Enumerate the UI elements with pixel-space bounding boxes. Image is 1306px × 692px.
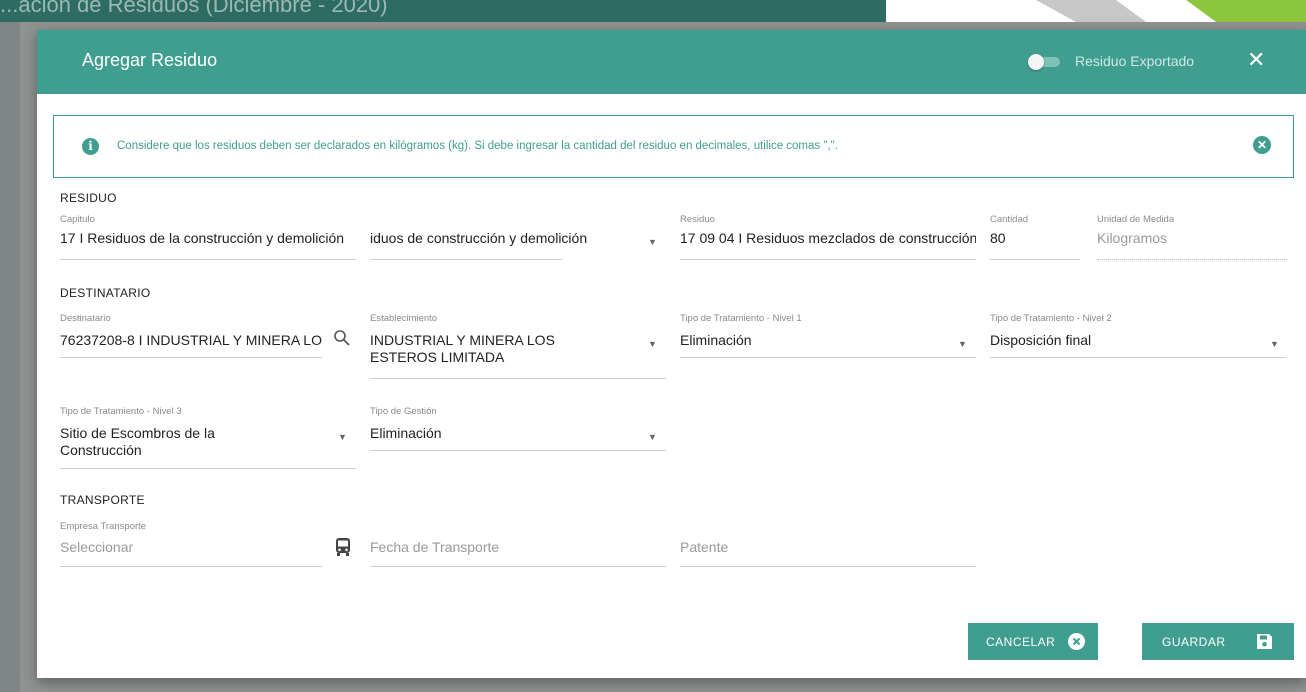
alert-close-icon[interactable]: ✕ [1253,136,1271,154]
tipo-gestion-underline [370,450,666,451]
tratamiento-nivel1-label: Tipo de Tratamiento - Nivel 1 [680,313,802,324]
save-button-label: GUARDAR [1162,635,1226,649]
capitulo-underline [60,259,356,260]
cancel-button-label: CANCELAR [986,635,1056,649]
fecha-transporte-placeholder: Fecha de Transporte [370,539,500,555]
section-transporte: TRANSPORTE [60,493,145,507]
tratamiento-nivel3-value: Sitio de Escombros de la Construcción [60,425,215,458]
tratamiento-nivel1-select[interactable]: Tipo de Tratamiento - Nivel 1 Eliminació… [680,313,976,363]
empresa-transporte-field[interactable]: Empresa Transporte Seleccionar [60,521,356,571]
tratamiento-nivel1-value: Eliminación [680,332,752,348]
subcapitulo-underline [370,259,562,260]
tratamiento-nivel3-label: Tipo de Tratamiento - Nivel 3 [60,406,182,417]
cantidad-input[interactable]: Cantidad 80 [990,214,1080,264]
background-page-title: ...ación de Residuos (Diciembre - 2020) [0,0,388,17]
residuo-underline [680,259,976,260]
residuo-value: 17 09 04 I Residuos mezclados de constru… [680,230,976,246]
close-icon[interactable]: ✕ [1247,47,1265,73]
cantidad-underline [990,259,1080,260]
tratamiento-nivel3-underline [60,468,356,469]
alert-message: Considere que los residuos deben ser dec… [117,140,838,152]
empresa-transporte-label: Empresa Transporte [60,521,147,532]
chevron-down-icon: ▼ [338,432,347,442]
exported-residue-toggle[interactable] [1028,54,1062,70]
residuo-select[interactable]: Residuo 17 09 04 I Residuos mezclados de… [680,214,976,264]
save-button[interactable]: GUARDAR [1142,623,1294,660]
toggle-thumb [1028,54,1044,70]
search-icon[interactable] [333,329,351,352]
unidad-underline [1097,259,1287,260]
tratamiento-nivel3-select[interactable]: Tipo de Tratamiento - Nivel 3 Sitio de E… [60,406,356,470]
capitulo-label: Capitulo [60,214,95,225]
info-alert: i Considere que los residuos deben ser d… [53,115,1294,178]
subcapitulo-select[interactable]: iduos de construcción y demolición ▼ [370,214,665,264]
patente-underline [680,566,976,567]
exported-residue-label: Residuo Exportado [1075,53,1195,69]
destinatario-field[interactable]: Destinatario 76237208-8 I INDUSTRIAL Y M… [60,313,356,363]
add-residue-modal: Agregar Residuo Residuo Exportado ✕ i Co… [37,30,1306,678]
chevron-down-icon: ▼ [648,432,657,442]
destinatario-value: 76237208-8 I INDUSTRIAL Y MINERA LOS EST… [60,332,322,348]
bus-icon[interactable] [334,537,352,562]
modal-header: Agregar Residuo Residuo Exportado ✕ [37,30,1306,94]
floppy-disk-icon [1256,633,1273,650]
tratamiento-nivel2-underline [990,357,1286,358]
fecha-transporte-underline [370,566,666,567]
section-destinatario: DESTINATARIO [60,286,151,300]
establecimiento-underline [370,378,666,379]
background-sidebar [0,22,20,692]
subcapitulo-value: iduos de construcción y demolición [370,230,588,246]
empresa-transporte-placeholder: Seleccionar [60,539,134,555]
residuo-label: Residuo [680,214,715,225]
tratamiento-nivel2-label: Tipo de Tratamiento - Nivel 2 [990,313,1112,324]
cantidad-label: Cantidad [990,214,1029,225]
capitulo-value: 17 I Residuos de la construcción y demol… [60,230,345,246]
close-circle-icon [1068,633,1085,650]
corner-decoration [886,0,1306,22]
section-residuo: RESIDUO [60,191,117,205]
cantidad-value: 80 [990,230,1006,246]
tipo-gestion-label: Tipo de Gestión [370,406,437,417]
patente-input[interactable]: Patente [680,521,976,571]
unidad-medida-field: Unidad de Medida Kilogramos [1097,214,1287,264]
destinatario-label: Destinatario [60,313,111,324]
tipo-gestion-value: Eliminación [370,425,442,441]
tratamiento-nivel2-value: Disposición final [990,332,1092,348]
chevron-down-icon: ▼ [958,339,967,349]
info-circle-icon: i [82,138,99,155]
unidad-label: Unidad de Medida [1097,214,1175,225]
chevron-down-icon: ▼ [648,339,657,349]
establecimiento-select[interactable]: Establecimiento INDUSTRIAL Y MINERA LOS … [370,313,666,381]
tratamiento-nivel2-select[interactable]: Tipo de Tratamiento - Nivel 2 Disposició… [990,313,1286,363]
fecha-transporte-input[interactable]: Fecha de Transporte [370,521,666,571]
destinatario-underline [60,357,322,358]
establecimiento-value: INDUSTRIAL Y MINERA LOS ESTEROS LIMITADA [370,332,555,365]
tipo-gestion-select[interactable]: Tipo de Gestión Eliminación ▼ [370,406,666,456]
chevron-down-icon: ▼ [648,237,657,247]
tratamiento-nivel1-underline [680,357,976,358]
chevron-down-icon: ▼ [1270,339,1279,349]
patente-placeholder: Patente [680,539,729,555]
empresa-transporte-underline [60,566,322,567]
establecimiento-label: Establecimiento [370,313,438,324]
modal-title: Agregar Residuo [82,50,218,70]
cancel-button[interactable]: CANCELAR [968,623,1098,660]
unidad-value: Kilogramos [1097,230,1168,246]
capitulo-field[interactable]: Capitulo 17 I Residuos de la construcció… [60,214,356,264]
